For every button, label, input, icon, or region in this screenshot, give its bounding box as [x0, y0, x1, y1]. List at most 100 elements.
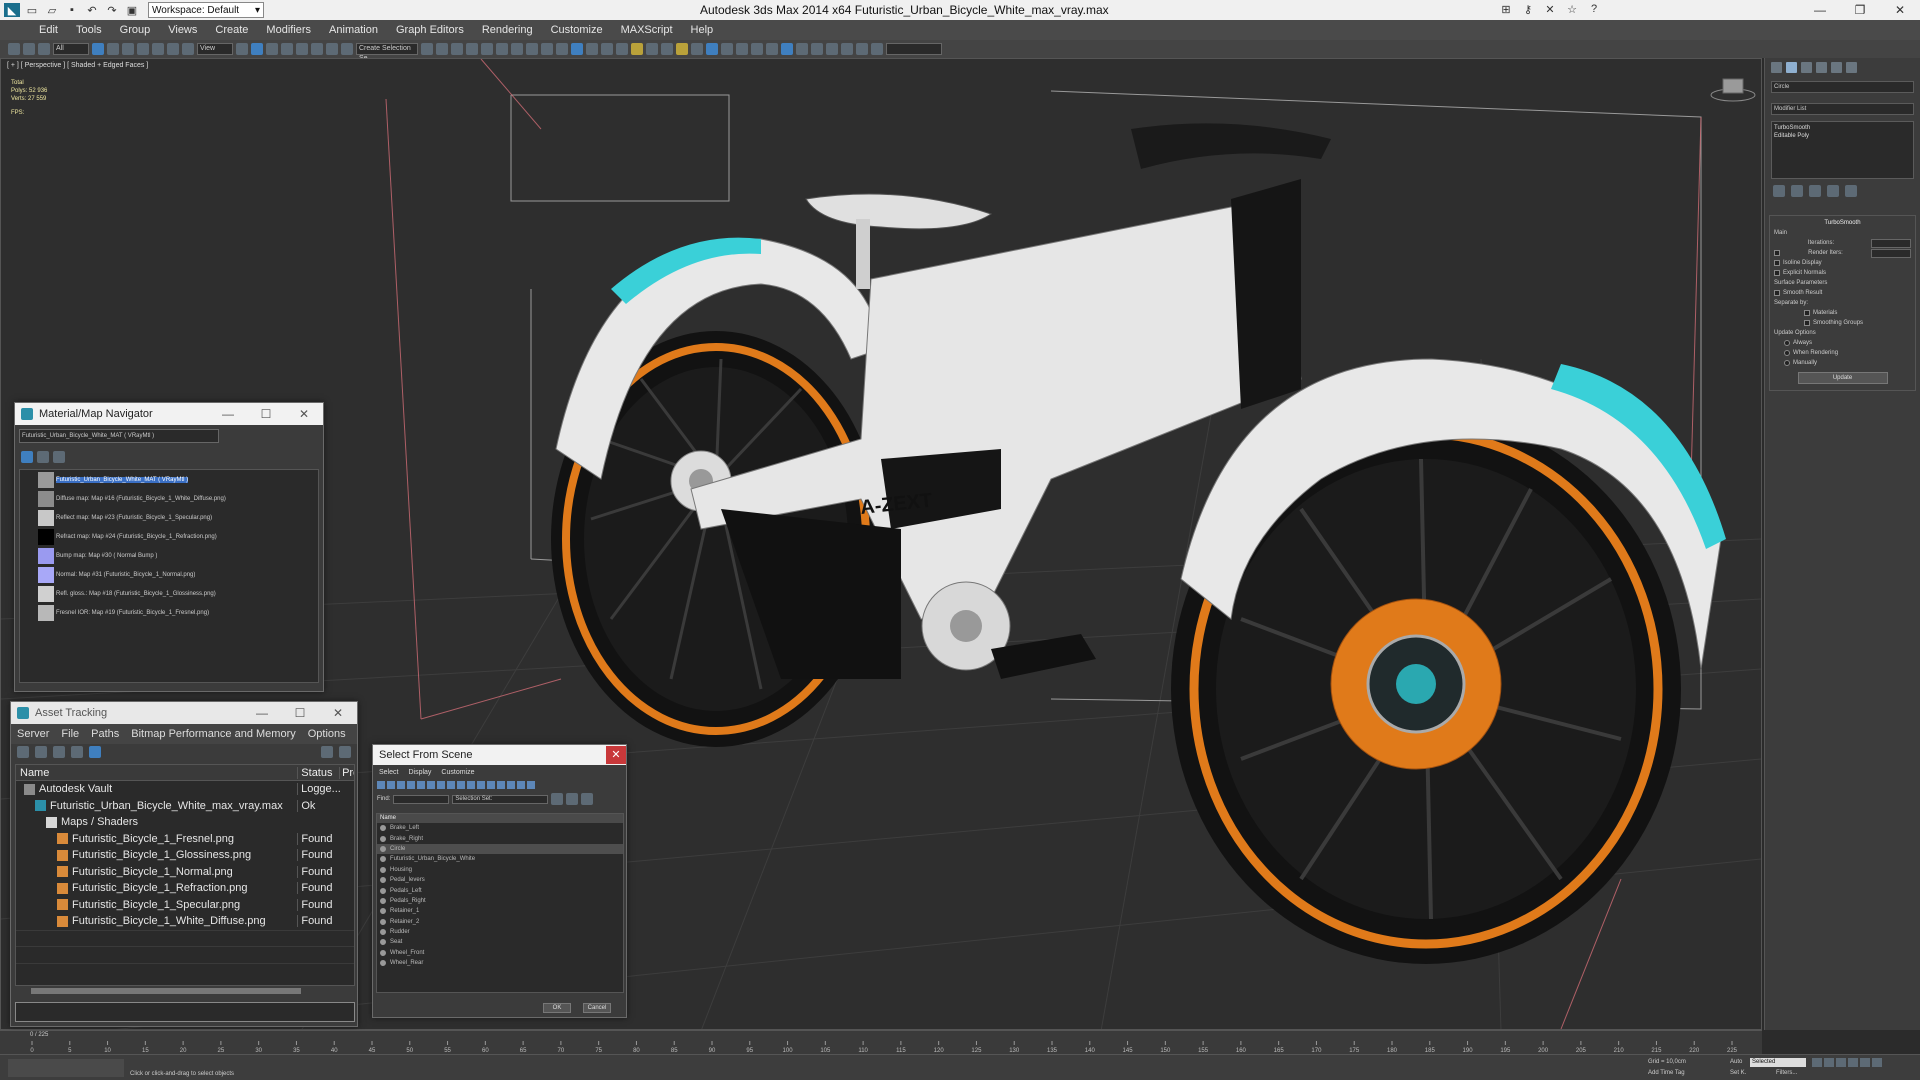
maximize-icon[interactable]: ☐: [281, 706, 319, 720]
minimize-icon[interactable]: —: [209, 407, 247, 421]
curve-editor-icon[interactable]: [481, 43, 493, 55]
column-name[interactable]: Name: [16, 767, 297, 779]
material-navigator-titlebar[interactable]: Material/Map Navigator — ☐ ✕: [15, 403, 323, 425]
vray-camera-icon[interactable]: [706, 43, 718, 55]
table-row[interactable]: Autodesk Vault Logge...: [16, 781, 354, 798]
vray-ies-icon[interactable]: [766, 43, 778, 55]
make-unique-icon[interactable]: [1809, 185, 1821, 197]
render-production-icon[interactable]: [556, 43, 568, 55]
column-status[interactable]: Status: [297, 766, 339, 779]
menu-animation[interactable]: Animation: [320, 24, 387, 36]
window-crossing-icon[interactable]: [137, 43, 149, 55]
menu-customize[interactable]: Customize: [542, 24, 612, 36]
bind-spacewarp-icon[interactable]: [38, 43, 50, 55]
pin-stack-icon[interactable]: [1773, 185, 1785, 197]
smoothing-groups-checkbox[interactable]: [1804, 320, 1810, 326]
select-object-icon[interactable]: [92, 43, 104, 55]
vray-plane-icon[interactable]: [691, 43, 703, 55]
select-invert-icon[interactable]: [581, 793, 594, 805]
material-tree-item[interactable]: Reflect map: Map #23 (Futuristic_Bicycle…: [20, 508, 318, 527]
select-by-name-icon[interactable]: [107, 43, 119, 55]
list-item[interactable]: Seat: [377, 937, 623, 947]
stack-item-turbosmooth[interactable]: TurboSmooth: [1774, 124, 1911, 132]
rollout-title[interactable]: TurboSmooth: [1774, 218, 1911, 228]
time-config-icon[interactable]: [1872, 1058, 1882, 1067]
iterations-spinner[interactable]: [1870, 238, 1911, 248]
vray-toolbar-icon[interactable]: [571, 43, 583, 55]
vray-lister-icon[interactable]: [751, 43, 763, 55]
go-to-end-icon[interactable]: [1860, 1058, 1870, 1067]
configure-sets-icon[interactable]: [1845, 185, 1857, 197]
list-item[interactable]: Futuristic_Urban_Bicycle_White: [377, 854, 623, 864]
material-tree-item[interactable]: Diffuse map: Map #16 (Futuristic_Bicycle…: [20, 489, 318, 508]
find-input[interactable]: [393, 794, 450, 804]
render-iters-spinner[interactable]: [1871, 248, 1911, 258]
vray-light-icon[interactable]: [601, 43, 613, 55]
go-to-start-icon[interactable]: [1812, 1058, 1822, 1067]
table-row[interactable]: Futuristic_Bicycle_1_Refraction.png Found: [16, 880, 354, 897]
exchange-icon[interactable]: ✕: [1542, 2, 1558, 16]
explicit-normals-checkbox[interactable]: [1774, 270, 1780, 276]
menu-group[interactable]: Group: [111, 24, 160, 36]
open-file-icon[interactable]: ▱: [44, 3, 60, 17]
vray-exposure-icon[interactable]: [871, 43, 883, 55]
layer-manager-icon[interactable]: [451, 43, 463, 55]
menu-rendering[interactable]: Rendering: [473, 24, 542, 36]
ok-button[interactable]: OK: [543, 1003, 571, 1013]
table-row[interactable]: Maps / Shaders: [16, 814, 354, 831]
vray-vfb-icon[interactable]: [796, 43, 808, 55]
vray-displacement-icon[interactable]: [736, 43, 748, 55]
list-item[interactable]: Retainer_1: [377, 906, 623, 916]
vray-lens-icon[interactable]: [826, 43, 838, 55]
material-tree-item[interactable]: Fresnel IOR: Map #19 (Futuristic_Bicycle…: [20, 603, 318, 622]
vray-clipper-icon[interactable]: [841, 43, 853, 55]
list-view-icon[interactable]: [89, 746, 101, 758]
align-icon[interactable]: [436, 43, 448, 55]
filter-cameras-icon[interactable]: [407, 781, 415, 789]
star-icon[interactable]: ☆: [1564, 2, 1580, 16]
horizontal-scrollbar[interactable]: [31, 988, 301, 994]
add-time-tag[interactable]: Add Time Tag: [1648, 1070, 1685, 1076]
play-icon[interactable]: [1836, 1058, 1846, 1067]
smooth-result-checkbox[interactable]: [1774, 290, 1780, 296]
get-latest-icon[interactable]: [71, 746, 83, 758]
modifier-stack[interactable]: TurboSmooth Editable Poly: [1771, 121, 1914, 179]
menu-edit[interactable]: Edit: [30, 24, 67, 36]
vray-fur-icon[interactable]: [661, 43, 673, 55]
set-key-button[interactable]: Set K.: [1730, 1070, 1746, 1076]
vray-env-icon[interactable]: [856, 43, 868, 55]
filter-geometry-icon[interactable]: [377, 781, 385, 789]
scale-icon[interactable]: [182, 43, 194, 55]
show-end-result-icon[interactable]: [1791, 185, 1803, 197]
rotate-icon[interactable]: [167, 43, 179, 55]
table-row[interactable]: Futuristic_Bicycle_1_White_Diffuse.png Fo…: [16, 913, 354, 930]
maximize-icon[interactable]: ☐: [247, 407, 285, 421]
hierarchy-tab-icon[interactable]: [1801, 62, 1812, 73]
table-row[interactable]: Futuristic_Bicycle_1_Specular.png Found: [16, 897, 354, 914]
key-filter-select[interactable]: Selected: [1750, 1058, 1806, 1067]
vray-sphere-icon[interactable]: [631, 43, 643, 55]
undo-icon[interactable]: ↶: [84, 3, 100, 17]
menu-display[interactable]: Display: [408, 769, 431, 776]
vray-frame-buffer-icon[interactable]: [586, 43, 598, 55]
table-row[interactable]: Futuristic_Bicycle_1_Normal.png Found: [16, 864, 354, 881]
vray-rt-icon[interactable]: [811, 43, 823, 55]
checkout-icon[interactable]: [35, 746, 47, 758]
modify-tab-icon[interactable]: [1786, 62, 1797, 73]
list-item[interactable]: Pedal_levers: [377, 875, 623, 885]
table-row[interactable]: Futuristic_Bicycle_1_Fresnel.png Found: [16, 831, 354, 848]
material-tree-item[interactable]: Refl. gloss.: Map #18 (Futuristic_Bicycl…: [20, 584, 318, 603]
list-item[interactable]: Circle: [377, 843, 623, 855]
filter-frozen-icon[interactable]: [477, 781, 485, 789]
menu-paths[interactable]: Paths: [91, 728, 119, 740]
filter-invert-icon[interactable]: [517, 781, 525, 789]
render-iters-checkbox[interactable]: [1774, 250, 1780, 256]
select-none-icon[interactable]: [566, 793, 579, 805]
maximize-icon[interactable]: ❐: [1840, 0, 1880, 20]
filter-groups-icon[interactable]: [437, 781, 445, 789]
close-icon[interactable]: ✕: [285, 407, 323, 421]
filter-shapes-icon[interactable]: [387, 781, 395, 789]
selection-filter-select[interactable]: All: [53, 43, 89, 55]
material-tree-item[interactable]: Futuristic_Urban_Bicycle_White_MAT ( VRa…: [20, 470, 318, 489]
frame-counter[interactable]: 0 / 225: [30, 1032, 48, 1038]
